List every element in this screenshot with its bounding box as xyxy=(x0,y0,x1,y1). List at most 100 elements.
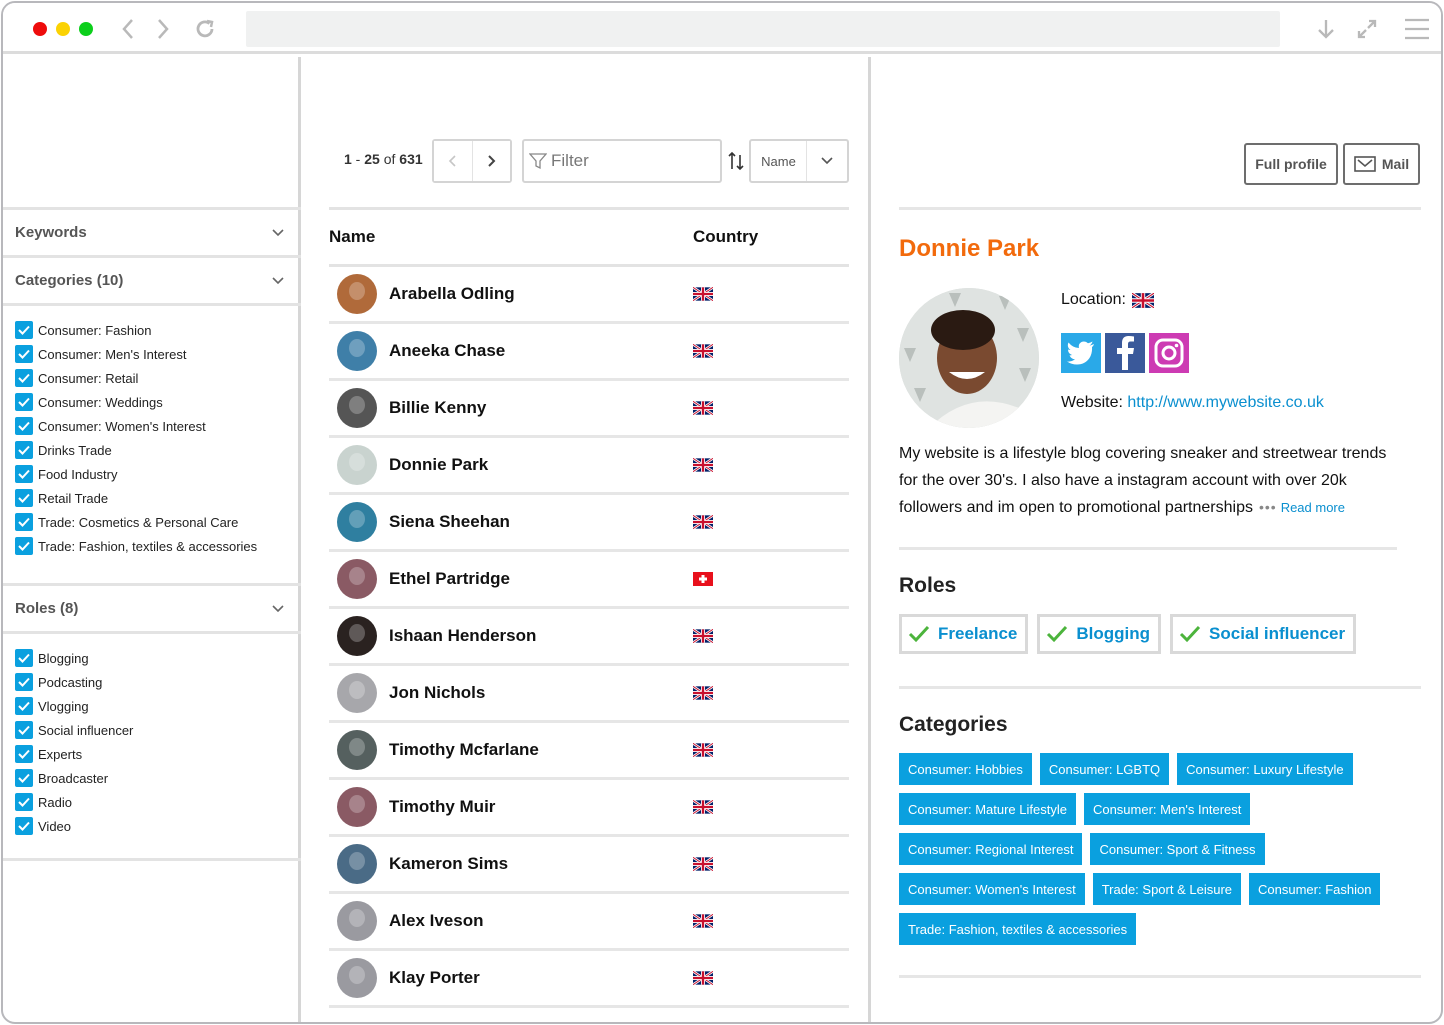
full-profile-button[interactable]: Full profile xyxy=(1244,143,1338,185)
category-tag[interactable]: Consumer: LGBTQ xyxy=(1039,753,1170,785)
role-chip-label: Freelance xyxy=(938,624,1018,643)
table-row[interactable]: Donnie Park xyxy=(329,438,849,495)
category-tag[interactable]: Consumer: Women's Interest xyxy=(899,873,1085,905)
table-row[interactable]: Arabella Odling xyxy=(329,267,849,324)
row-name: Alex Iveson xyxy=(389,911,484,930)
download-icon[interactable] xyxy=(1315,13,1337,45)
roles-checkbox-item[interactable]: Radio xyxy=(15,790,301,814)
instagram-icon[interactable] xyxy=(1149,333,1189,373)
categories-checkbox-item[interactable]: Consumer: Women's Interest xyxy=(15,414,301,438)
roles-checkbox-item[interactable]: Vlogging xyxy=(15,694,301,718)
mail-button[interactable]: Mail xyxy=(1343,143,1420,185)
reload-icon[interactable] xyxy=(193,13,217,45)
checkbox-checked-icon[interactable] xyxy=(15,465,33,483)
categories-checkbox-item[interactable]: Consumer: Fashion xyxy=(15,318,301,342)
column-header-name[interactable]: Name xyxy=(329,227,693,247)
category-tag[interactable]: Consumer: Hobbies xyxy=(899,753,1032,785)
categories-checkbox-item[interactable]: Drinks Trade xyxy=(15,438,301,462)
roles-checkbox-item[interactable]: Broadcaster xyxy=(15,766,301,790)
checkbox-checked-icon[interactable] xyxy=(15,513,33,531)
roles-section: Roles (8) Blogging Podcasting Vlogging Soci… xyxy=(3,583,301,838)
categories-checkbox-item[interactable]: Trade: Cosmetics & Personal Care xyxy=(15,510,301,534)
checkbox-checked-icon[interactable] xyxy=(15,793,33,811)
categories-checkbox-item[interactable]: Food Industry xyxy=(15,462,301,486)
checkbox-checked-icon[interactable] xyxy=(15,345,33,363)
forward-icon[interactable] xyxy=(153,13,173,45)
category-tag[interactable]: Consumer: Luxury Lifestyle xyxy=(1177,753,1353,785)
roles-checkbox-item[interactable]: Social influencer xyxy=(15,718,301,742)
chevron-down-icon xyxy=(272,228,284,236)
divider xyxy=(899,686,1421,689)
category-tag[interactable]: Trade: Fashion, textiles & accessories xyxy=(899,913,1137,945)
back-icon[interactable] xyxy=(118,13,138,45)
checkbox-checked-icon[interactable] xyxy=(15,417,33,435)
table-row[interactable]: Jon Nichols xyxy=(329,666,849,723)
roles-header[interactable]: Roles (8) xyxy=(3,586,301,634)
checkbox-checked-icon[interactable] xyxy=(15,769,33,787)
table-row[interactable]: Kameron Sims xyxy=(329,837,849,894)
roles-checkbox-item[interactable]: Podcasting xyxy=(15,670,301,694)
website-link[interactable]: http://www.mywebsite.co.uk xyxy=(1127,394,1324,411)
checkbox-checked-icon[interactable] xyxy=(15,321,33,339)
row-name: Ishaan Henderson xyxy=(389,626,537,645)
checkbox-checked-icon[interactable] xyxy=(15,697,33,715)
roles-checkbox-item[interactable]: Blogging xyxy=(15,646,301,670)
checkbox-checked-icon[interactable] xyxy=(15,489,33,507)
category-tag[interactable]: Consumer: Men's Interest xyxy=(1083,793,1251,825)
category-tag[interactable]: Consumer: Sport & Fitness xyxy=(1090,833,1265,865)
minimize-window-button[interactable] xyxy=(56,22,70,36)
checkbox-checked-icon[interactable] xyxy=(15,649,33,667)
avatar xyxy=(337,616,377,656)
row-name: Timothy Mcfarlane xyxy=(389,740,539,759)
roles-title: Roles (8) xyxy=(15,600,79,617)
close-window-button[interactable] xyxy=(33,22,47,36)
sort-select[interactable]: Name xyxy=(749,139,849,183)
divider xyxy=(899,547,1397,550)
filter-input[interactable] xyxy=(551,151,711,171)
checkbox-checked-icon[interactable] xyxy=(15,817,33,835)
checkbox-checked-icon[interactable] xyxy=(15,393,33,411)
categories-checkbox-item[interactable]: Consumer: Retail xyxy=(15,366,301,390)
categories-checkbox-item[interactable]: Trade: Fashion, textiles & accessories xyxy=(15,534,301,558)
roles-checkbox-item[interactable]: Video xyxy=(15,814,301,838)
keywords-header[interactable]: Keywords xyxy=(3,210,301,258)
category-tag[interactable]: Consumer: Fashion xyxy=(1249,873,1381,905)
category-tag[interactable]: Consumer: Mature Lifestyle xyxy=(899,793,1076,825)
table-row[interactable]: Klay Porter xyxy=(329,951,849,1008)
prev-page-button[interactable] xyxy=(434,141,472,181)
category-tag[interactable]: Trade: Sport & Leisure xyxy=(1092,873,1242,905)
maximize-window-button[interactable] xyxy=(79,22,93,36)
url-bar[interactable] xyxy=(246,11,1280,47)
table-row[interactable]: Timothy Muir xyxy=(329,780,849,837)
categories-checkbox-item[interactable]: Retail Trade xyxy=(15,486,301,510)
checkbox-checked-icon[interactable] xyxy=(15,441,33,459)
category-tag[interactable]: Consumer: Regional Interest xyxy=(899,833,1083,865)
sort-direction-icon[interactable] xyxy=(726,149,746,173)
checkbox-checked-icon[interactable] xyxy=(15,673,33,691)
checkbox-checked-icon[interactable] xyxy=(15,369,33,387)
checkbox-checked-icon[interactable] xyxy=(15,721,33,739)
table-row[interactable]: Ethel Partridge xyxy=(329,552,849,609)
role-chip: Freelance xyxy=(899,614,1029,654)
roles-checkbox-item[interactable]: Experts xyxy=(15,742,301,766)
filter-field[interactable] xyxy=(522,139,722,183)
table-row[interactable]: Ishaan Henderson xyxy=(329,609,849,666)
categories-header[interactable]: Categories (10) xyxy=(3,258,301,306)
read-more-link[interactable]: Read more xyxy=(1281,500,1345,515)
table-row[interactable]: Billie Kenny xyxy=(329,381,849,438)
menu-icon[interactable] xyxy=(1403,13,1431,45)
categories-checkbox-item[interactable]: Consumer: Weddings xyxy=(15,390,301,414)
column-header-country[interactable]: Country xyxy=(693,227,758,247)
twitter-icon[interactable] xyxy=(1061,333,1101,373)
table-row[interactable]: Alex Iveson xyxy=(329,894,849,951)
facebook-icon[interactable] xyxy=(1105,333,1145,373)
next-page-button[interactable] xyxy=(471,141,510,181)
checkbox-checked-icon[interactable] xyxy=(15,537,33,555)
table-row[interactable]: Timothy Mcfarlane xyxy=(329,723,849,780)
expand-icon[interactable] xyxy=(1355,13,1379,45)
table-row[interactable]: Aneeka Chase xyxy=(329,324,849,381)
table-row[interactable]: Siena Sheehan xyxy=(329,495,849,552)
row-name: Billie Kenny xyxy=(389,398,487,417)
categories-checkbox-item[interactable]: Consumer: Men's Interest xyxy=(15,342,301,366)
checkbox-checked-icon[interactable] xyxy=(15,745,33,763)
